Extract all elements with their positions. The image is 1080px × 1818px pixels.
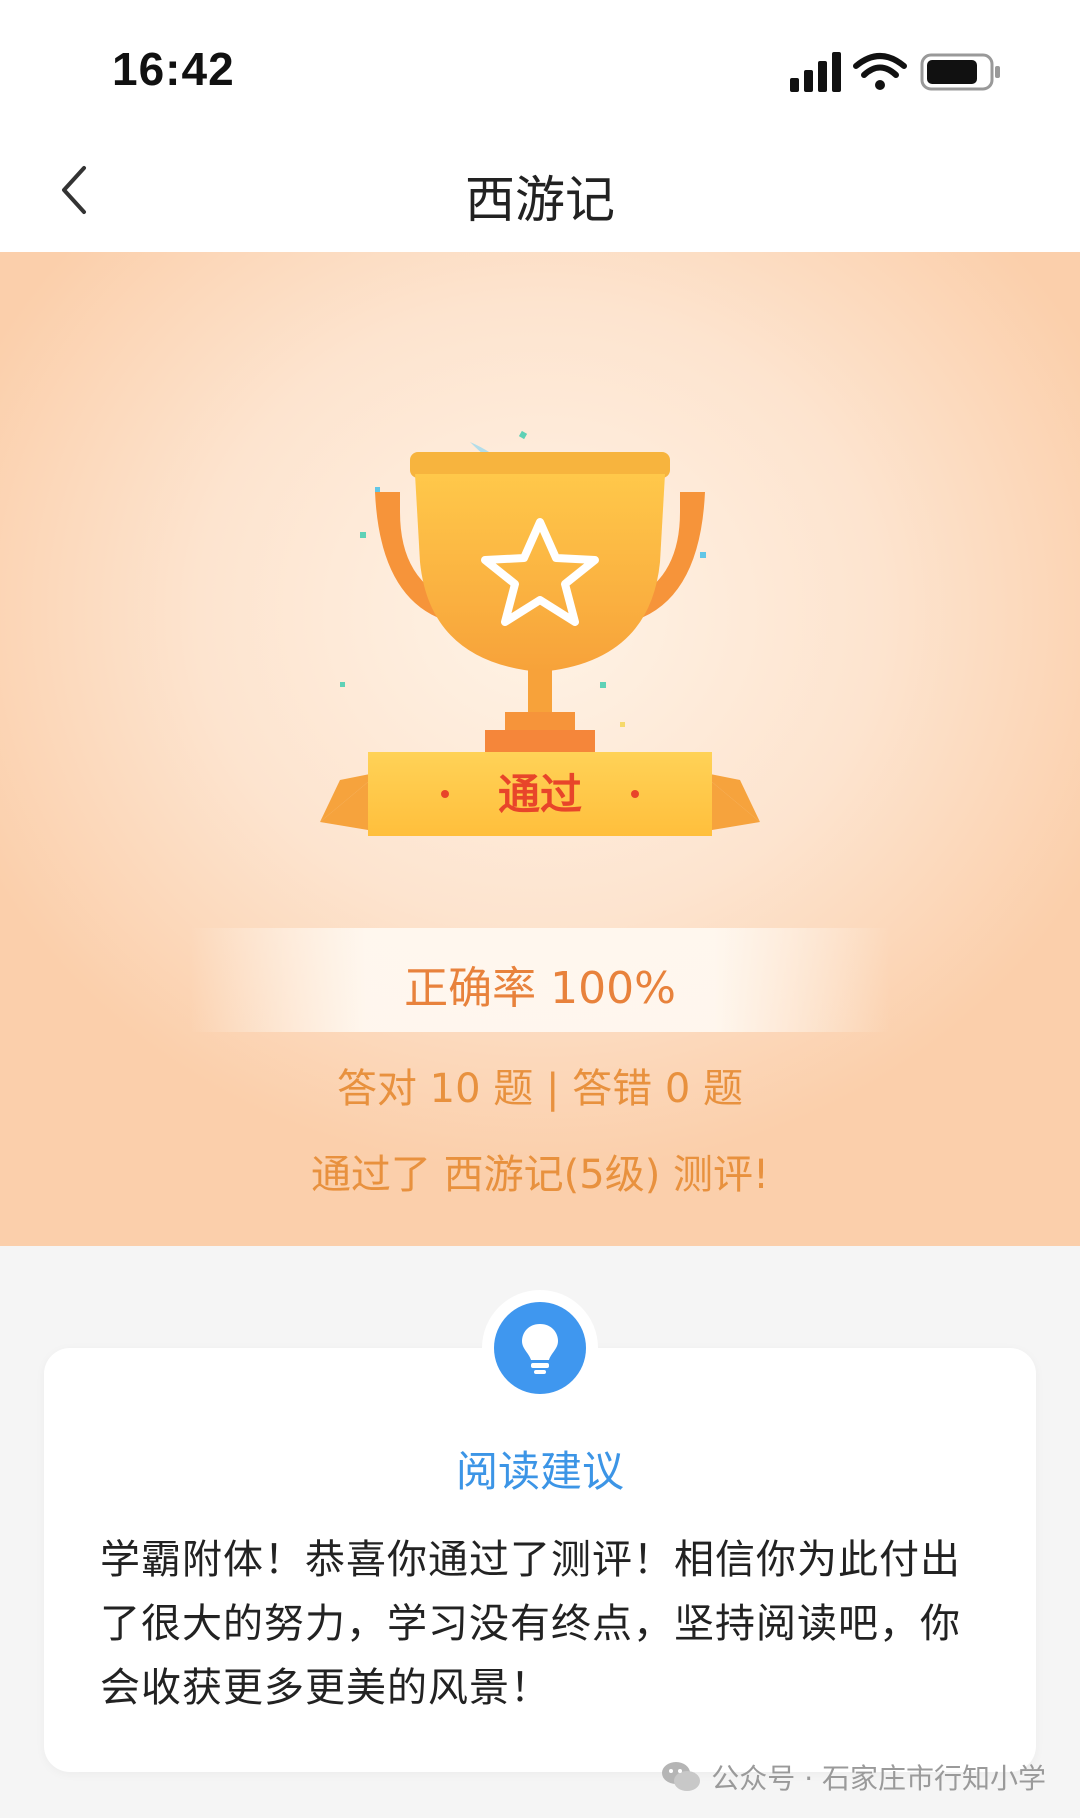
advice-title: 阅读建议 [455, 1447, 624, 1496]
trophy-icon: 通过 [320, 430, 760, 836]
status-time: 16:42 [112, 43, 235, 95]
advice-icon-badge [494, 1302, 586, 1394]
pass-badge-label: 通过 [498, 770, 582, 819]
status-icons [790, 48, 1010, 98]
result-hero: 通过 正确率 100% 答对 10 题 | 答错 0 题 通过了 西游记(5级)… [0, 252, 1080, 1246]
passed-message: 通过了 西游记(5级) 测评! [310, 1152, 770, 1198]
status-bar: 16:42 [0, 0, 1080, 130]
watermark: 公众号 · 石家庄市行知小学 [661, 1756, 1046, 1798]
page-title: 西游记 [465, 171, 615, 229]
lightbulb-icon [522, 1324, 558, 1374]
answer-counts: 答对 10 题 | 答错 0 题 [336, 1066, 744, 1112]
nav-bar: 西游记 [0, 130, 1080, 252]
battery-icon [920, 53, 1000, 91]
wechat-icon [662, 1762, 701, 1791]
advice-body: 学霸附体！恭喜你通过了测评！相信你为此付出了很大的努力，学习没有终点，坚持阅读吧… [100, 1537, 961, 1711]
watermark-text: 公众号 · 石家庄市行知小学 [711, 1762, 1046, 1795]
signal-icon [790, 52, 841, 92]
wifi-icon [853, 53, 907, 90]
accuracy-text: 正确率 100% [404, 963, 676, 1014]
